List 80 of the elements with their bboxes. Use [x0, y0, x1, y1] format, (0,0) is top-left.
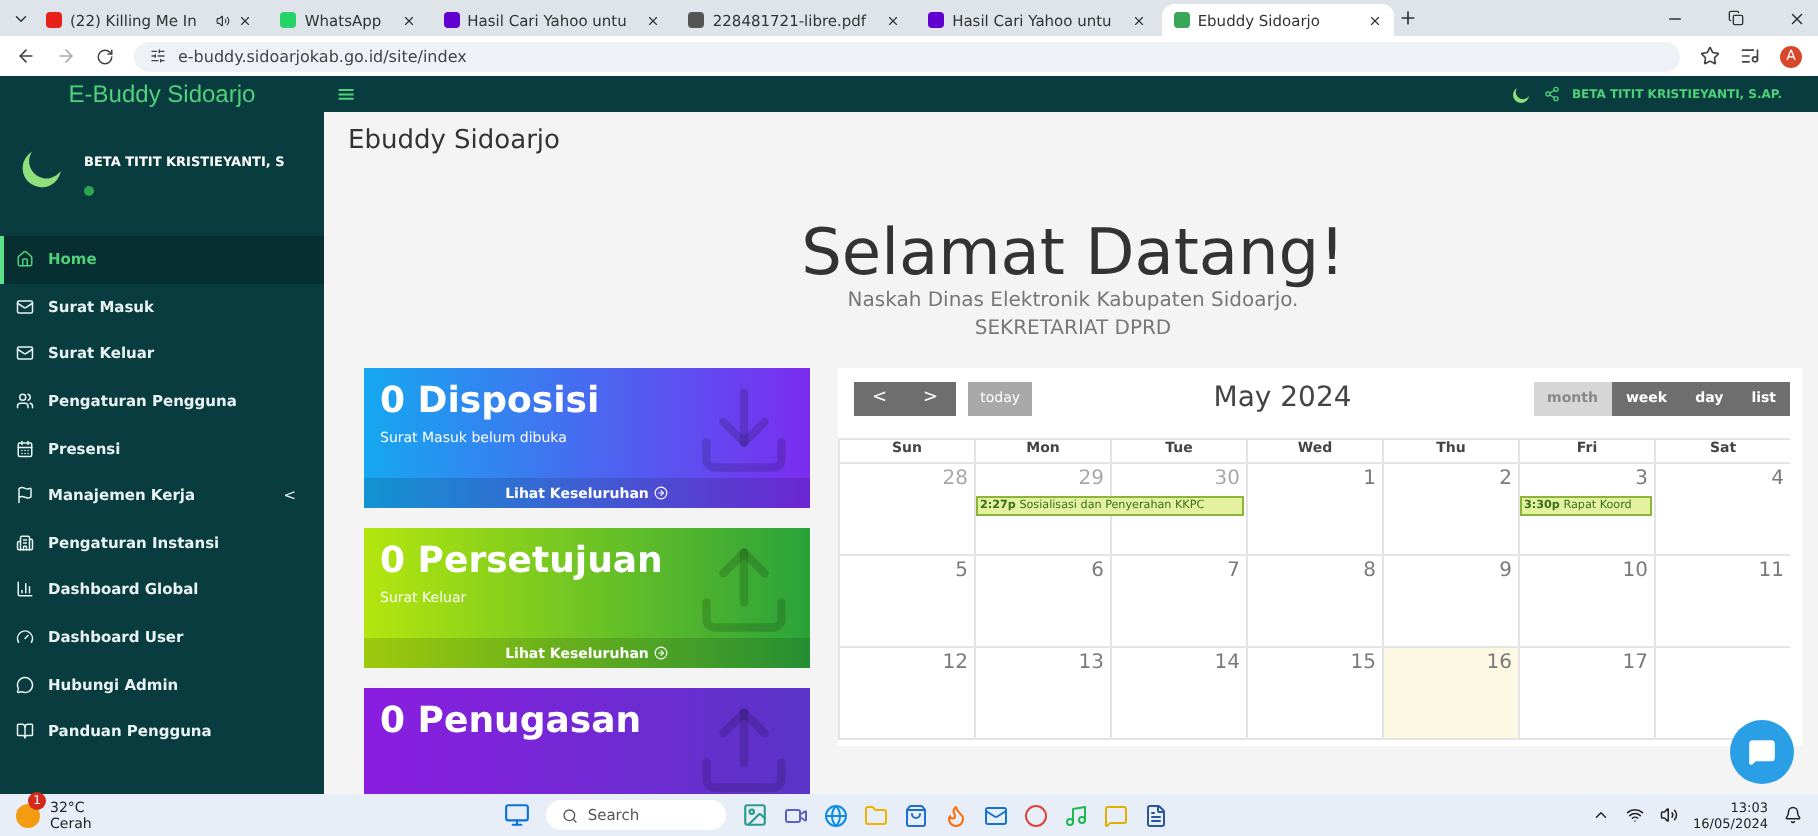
chevron-up-icon[interactable] — [1591, 806, 1610, 824]
mail-icon — [16, 297, 34, 316]
video-icon[interactable] — [783, 803, 808, 827]
speaker-icon[interactable] — [1659, 806, 1678, 824]
day-cell[interactable]: 15 — [1246, 648, 1382, 740]
back-icon[interactable] — [16, 46, 36, 66]
book-icon — [16, 722, 34, 741]
restore-icon[interactable] — [1728, 10, 1744, 26]
card-title: 0 Penugasan — [378, 698, 644, 744]
favicon-icon — [928, 12, 945, 28]
day-cell[interactable]: 5 — [838, 556, 974, 648]
chat-icon — [1748, 738, 1776, 766]
close-icon[interactable] — [238, 13, 253, 27]
close-icon[interactable] — [1367, 13, 1382, 27]
bag-icon[interactable] — [903, 803, 928, 827]
users-icon — [16, 392, 34, 411]
prev-button[interactable]: < — [854, 381, 906, 415]
favicon-icon — [46, 12, 62, 28]
close-icon[interactable] — [1131, 13, 1146, 27]
day-cell[interactable]: 6 — [974, 556, 1110, 648]
day-cell[interactable]: 10 — [1518, 556, 1654, 648]
close-icon[interactable] — [886, 13, 901, 27]
online-dot — [84, 186, 94, 196]
mail-icon — [16, 344, 34, 363]
chat-icon — [16, 675, 34, 694]
arrow-circle-icon — [654, 646, 669, 660]
day-cell[interactable]: 8 — [1246, 556, 1382, 648]
gauge-icon — [16, 628, 34, 647]
favicon-icon — [443, 12, 460, 28]
card-title: 0 Disposisi — [378, 378, 602, 424]
day-cell[interactable]: 17 — [1518, 648, 1654, 740]
arrow-circle-icon — [654, 486, 669, 500]
bell-icon[interactable] — [1784, 806, 1802, 824]
close-icon[interactable] — [401, 13, 416, 27]
share-icon — [1543, 86, 1560, 102]
site-info-icon[interactable] — [150, 48, 166, 64]
day-cell[interactable]: 16 — [1382, 648, 1518, 740]
day-cell[interactable]: 9 — [1382, 556, 1518, 648]
start-icon[interactable] — [503, 802, 530, 828]
day-cell[interactable]: 14 — [1110, 648, 1246, 740]
bookmark-icon[interactable] — [1700, 46, 1720, 66]
home-icon — [16, 250, 34, 269]
day-cell[interactable]: 7 — [1110, 556, 1246, 648]
day-cell[interactable]: 2 — [1382, 464, 1518, 556]
next-button[interactable]: > — [905, 381, 957, 415]
flag-icon — [16, 486, 34, 505]
bar-chart-icon — [16, 580, 34, 599]
favicon-icon — [688, 12, 705, 28]
card-title: 0 Persetujuan — [378, 538, 665, 584]
media-icon[interactable] — [1740, 46, 1760, 66]
calendar-title: May 2024 — [1211, 382, 1354, 414]
moon-icon — [1511, 84, 1532, 104]
address-field[interactable]: e-buddy.sidoarjokab.go.id/site/index — [134, 41, 1680, 71]
organization-name: SEKRETARIAT DPRD — [974, 316, 1172, 344]
mail-icon[interactable] — [983, 803, 1008, 827]
wifi-icon[interactable] — [1625, 806, 1644, 824]
favicon-icon — [1173, 12, 1190, 28]
circle-icon[interactable] — [1023, 803, 1048, 827]
reload-icon[interactable] — [96, 47, 114, 65]
landscape-icon[interactable] — [741, 802, 768, 828]
menu-toggle[interactable]: ≡ — [336, 80, 357, 108]
page-title: Ebuddy Sidoarjo — [346, 124, 562, 160]
calendar-icon — [16, 439, 34, 458]
building-icon — [16, 533, 34, 552]
new-tab-icon[interactable] — [1397, 8, 1418, 28]
globe-icon[interactable] — [823, 803, 848, 827]
day-cell[interactable]: 13 — [974, 648, 1110, 740]
welcome-heading: Selamat Datang! — [801, 216, 1345, 288]
close-icon[interactable] — [1788, 9, 1806, 27]
close-icon[interactable] — [646, 13, 661, 27]
day-cell[interactable]: 1 — [1246, 464, 1382, 556]
app-brand: E-Buddy Sidoarjo — [66, 80, 258, 108]
day-cell[interactable]: 11 — [1654, 556, 1790, 648]
favicon-icon — [280, 12, 297, 28]
day-cell[interactable]: 4 — [1654, 464, 1790, 556]
weather-icon — [16, 803, 40, 827]
day-cell[interactable]: 12 — [838, 648, 974, 740]
document-icon[interactable] — [1143, 803, 1168, 827]
welcome-subtitle: Naskah Dinas Elektronik Kabupaten Sidoarjo. — [847, 288, 1299, 316]
search-icon — [561, 807, 578, 823]
